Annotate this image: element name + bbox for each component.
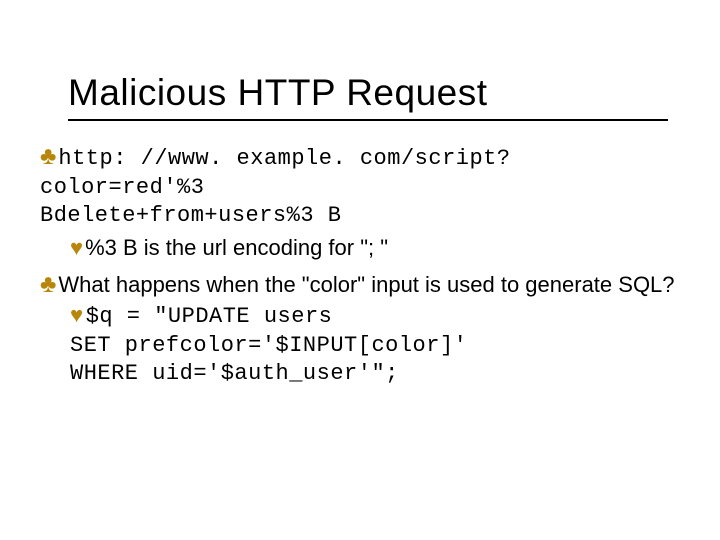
bullet-1: ♣http: //www. example. com/script? color… bbox=[40, 140, 680, 202]
club-icon: ♣ bbox=[40, 270, 56, 298]
slide-body: ♣http: //www. example. com/script? color… bbox=[40, 140, 680, 389]
title-underline bbox=[68, 119, 668, 121]
slide: Malicious HTTP Request ♣http: //www. exa… bbox=[0, 0, 720, 540]
club-icon: ♣ bbox=[40, 142, 56, 170]
bullet-1-sub-text: %3 B is the url encoding for "; " bbox=[85, 235, 388, 260]
bullet-1-sub: ♥%3 B is the url encoding for "; " bbox=[70, 231, 680, 269]
url-line-1: http: //www. example. com/script? color=… bbox=[40, 146, 511, 200]
bullet-2-text: What happens when the "color" input is u… bbox=[58, 272, 674, 297]
slide-title: Malicious HTTP Request bbox=[68, 72, 488, 114]
code-line-3: WHERE uid='$auth_user'"; bbox=[70, 360, 680, 389]
bullet-2: ♣What happens when the "color" input is … bbox=[40, 268, 680, 301]
heart-icon: ♥ bbox=[70, 235, 83, 260]
url-line-2: Bdelete+from+users%3 B bbox=[40, 202, 680, 231]
heart-icon: ♥ bbox=[70, 304, 84, 329]
code-line-2: SET prefcolor='$INPUT[color]' bbox=[70, 332, 680, 361]
code-line-1: $q = "UPDATE users bbox=[86, 304, 333, 329]
code-block: ♥$q = "UPDATE users SET prefcolor='$INPU… bbox=[70, 301, 680, 389]
